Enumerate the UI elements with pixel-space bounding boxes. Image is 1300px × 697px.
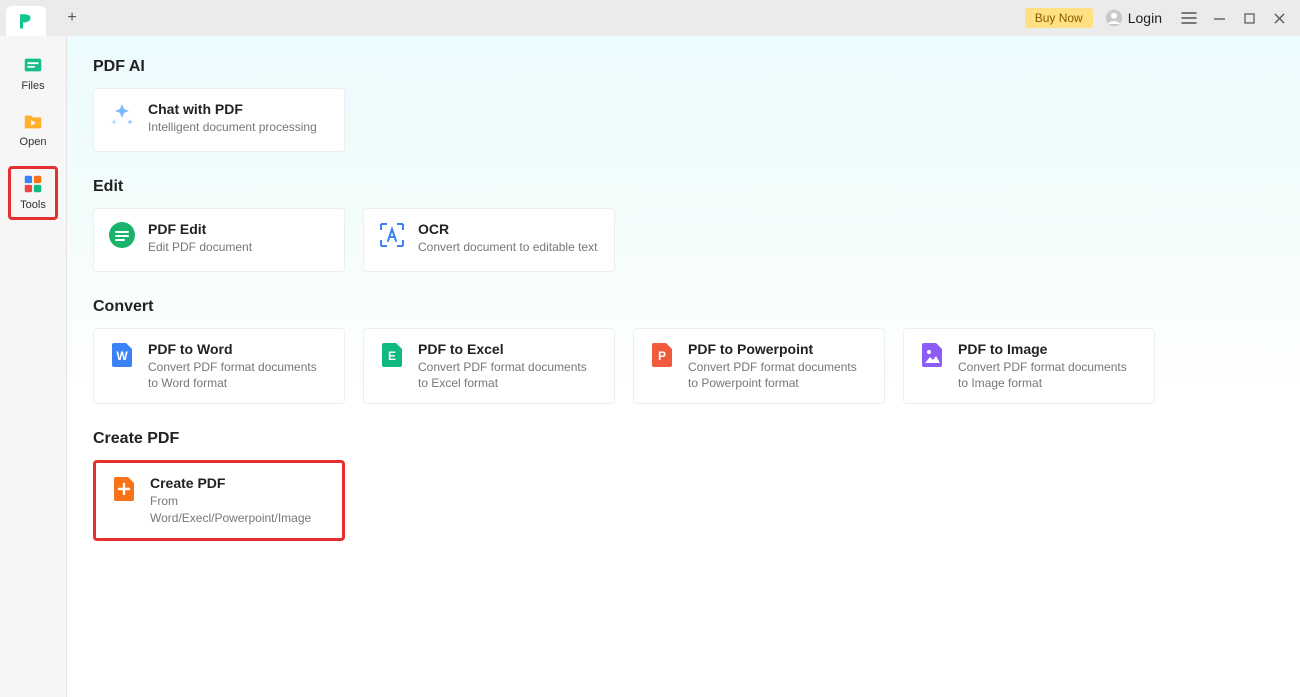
sidebar-item-label: Open [20, 136, 47, 148]
card-pdf-to-powerpoint[interactable]: P PDF to Powerpoint Convert PDF format d… [633, 328, 885, 404]
close-icon [1273, 12, 1286, 25]
tools-icon [22, 173, 44, 195]
ai-sparkle-icon [108, 101, 136, 129]
app-tab[interactable] [6, 6, 46, 36]
sidebar-item-files[interactable]: Files [8, 54, 58, 92]
image-icon [918, 341, 946, 369]
pdf-edit-icon [108, 221, 136, 249]
sidebar-item-open[interactable]: Open [8, 110, 58, 148]
word-icon: W [108, 341, 136, 369]
maximize-button[interactable] [1234, 4, 1264, 32]
svg-text:W: W [116, 349, 128, 363]
card-create-pdf[interactable]: Create PDF From Word/Execl/Powerpoint/Im… [93, 460, 345, 540]
section-create: Create PDF Create PDF From Word/Execl/Po… [93, 430, 1274, 540]
svg-text:P: P [658, 349, 666, 363]
card-pdf-edit[interactable]: PDF Edit Edit PDF document [93, 208, 345, 272]
section-title: Create PDF [93, 430, 1274, 448]
avatar-icon [1105, 9, 1123, 27]
card-subtitle: Convert PDF format documents to Powerpoi… [688, 359, 870, 391]
menu-icon [1181, 11, 1197, 25]
sidebar-item-tools[interactable]: Tools [8, 166, 58, 220]
create-pdf-icon [110, 475, 138, 503]
card-subtitle: From Word/Execl/Powerpoint/Image [150, 493, 328, 525]
card-title: OCR [418, 221, 597, 237]
login-label: Login [1128, 10, 1162, 26]
section-convert: Convert W PDF to Word Convert PDF format… [93, 298, 1274, 404]
new-tab-button[interactable]: + [58, 4, 86, 32]
card-subtitle: Edit PDF document [148, 239, 252, 255]
titlebar: + Buy Now Login [0, 0, 1300, 36]
app-body: Files Open Tools PDF AI [0, 36, 1300, 697]
login-button[interactable]: Login [1105, 9, 1162, 27]
card-title: PDF Edit [148, 221, 252, 237]
minimize-button[interactable] [1204, 4, 1234, 32]
card-subtitle: Convert document to editable text [418, 239, 597, 255]
buy-now-button[interactable]: Buy Now [1025, 8, 1093, 28]
sidebar: Files Open Tools [0, 36, 67, 697]
ocr-icon [378, 221, 406, 249]
main-content: PDF AI Chat with PDF Intelligent documen… [67, 36, 1300, 697]
section-title: PDF AI [93, 58, 1274, 76]
card-pdf-to-excel[interactable]: E PDF to Excel Convert PDF format docume… [363, 328, 615, 404]
card-pdf-to-word[interactable]: W PDF to Word Convert PDF format documen… [93, 328, 345, 404]
excel-icon: E [378, 341, 406, 369]
minimize-icon [1213, 12, 1226, 25]
card-subtitle: Convert PDF format documents to Word for… [148, 359, 330, 391]
card-pdf-to-image[interactable]: PDF to Image Convert PDF format document… [903, 328, 1155, 404]
card-title: PDF to Image [958, 341, 1140, 357]
card-title: PDF to Powerpoint [688, 341, 870, 357]
card-subtitle: Intelligent document processing [148, 119, 317, 135]
hamburger-menu-button[interactable] [1174, 4, 1204, 32]
card-ocr[interactable]: OCR Convert document to editable text [363, 208, 615, 272]
section-edit: Edit PDF Edit Edit PDF document [93, 178, 1274, 272]
sidebar-item-label: Tools [20, 199, 46, 211]
card-subtitle: Convert PDF format documents to Excel fo… [418, 359, 600, 391]
card-title: Chat with PDF [148, 101, 317, 117]
card-title: PDF to Word [148, 341, 330, 357]
section-pdf-ai: PDF AI Chat with PDF Intelligent documen… [93, 58, 1274, 152]
maximize-icon [1243, 12, 1256, 25]
sidebar-item-label: Files [21, 80, 44, 92]
card-subtitle: Convert PDF format documents to Image fo… [958, 359, 1140, 391]
powerpoint-icon: P [648, 341, 676, 369]
app-logo-icon [17, 12, 35, 30]
files-icon [22, 54, 44, 76]
card-title: Create PDF [150, 475, 328, 491]
open-icon [22, 110, 44, 132]
card-title: PDF to Excel [418, 341, 600, 357]
close-button[interactable] [1264, 4, 1294, 32]
section-title: Edit [93, 178, 1274, 196]
card-chat-with-pdf[interactable]: Chat with PDF Intelligent document proce… [93, 88, 345, 152]
section-title: Convert [93, 298, 1274, 316]
svg-text:E: E [388, 349, 396, 363]
